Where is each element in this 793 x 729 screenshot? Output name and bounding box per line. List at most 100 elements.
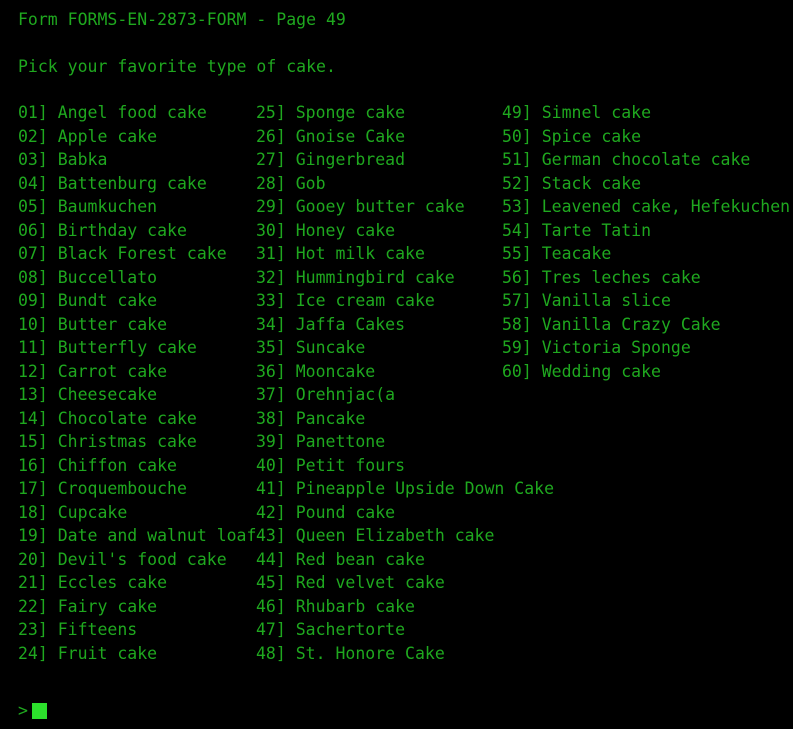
list-item[interactable]: 58] Vanilla Crazy Cake	[502, 313, 790, 337]
list-item[interactable]: 13] Cheesecake	[18, 383, 256, 407]
list-item[interactable]: 23] Fifteens	[18, 618, 256, 642]
list-item-number: 12]	[18, 361, 48, 381]
list-item-number: 48]	[256, 643, 286, 663]
list-item[interactable]: 04] Battenburg cake	[18, 172, 256, 196]
list-item-number: 18]	[18, 502, 48, 522]
list-item-label: Chiffon cake	[47, 455, 177, 475]
list-item-number: 19]	[18, 526, 48, 545]
list-item[interactable]: 49] Simnel cake	[502, 101, 790, 125]
list-item[interactable]: 02] Apple cake	[18, 125, 256, 149]
list-item-label: Bundt cake	[47, 291, 158, 310]
list-item-label: Wedding cake	[531, 361, 661, 381]
prompt-sigil: >	[18, 701, 28, 720]
command-input-row[interactable]: >	[18, 699, 47, 723]
list-item-number: 03]	[18, 150, 48, 169]
list-item[interactable]: 47] Sachertorte	[256, 618, 554, 642]
list-item[interactable]: 40] Petit fours	[256, 454, 554, 478]
list-item-label: Mooncake	[285, 361, 376, 381]
list-item-label: Gob	[285, 173, 326, 193]
prompt-question: Pick your favorite type of cake.	[18, 57, 336, 76]
list-item-label: Tres leches cake	[531, 267, 701, 287]
list-item-label: Hot milk cake	[285, 244, 425, 263]
list-item-number: 58]	[502, 314, 532, 334]
list-item-label: Vanilla slice	[531, 291, 671, 310]
list-item[interactable]: 15] Christmas cake	[18, 430, 256, 454]
list-item[interactable]: 22] Fairy cake	[18, 595, 256, 619]
list-item-number: 42]	[256, 502, 286, 522]
list-item[interactable]: 24] Fruit cake	[18, 642, 256, 666]
list-item-number: 27]	[256, 150, 286, 169]
list-item-number: 09]	[18, 291, 48, 310]
list-item-label: Gingerbread	[285, 150, 406, 169]
list-item[interactable]: 42] Pound cake	[256, 501, 554, 525]
list-item[interactable]: 54] Tarte Tatin	[502, 219, 790, 243]
list-item[interactable]: 55] Teacake	[502, 242, 790, 266]
list-item-number: 21]	[18, 573, 48, 592]
list-item[interactable]: 21] Eccles cake	[18, 571, 256, 595]
list-item[interactable]: 48] St. Honore Cake	[256, 642, 554, 666]
list-item[interactable]: 11] Butterfly cake	[18, 336, 256, 360]
list-item-label: Chocolate cake	[47, 408, 197, 428]
list-item-number: 39]	[256, 432, 286, 451]
list-item[interactable]: 05] Baumkuchen	[18, 195, 256, 219]
list-item-number: 33]	[256, 291, 286, 310]
list-item-label: Pancake	[285, 408, 366, 428]
list-item-label: St. Honore Cake	[285, 643, 445, 663]
list-item-label: Victoria Sponge	[531, 338, 691, 357]
list-item[interactable]: 50] Spice cake	[502, 125, 790, 149]
list-item-label: Black Forest cake	[47, 244, 227, 263]
list-item-number: 56]	[502, 267, 532, 287]
list-item[interactable]: 01] Angel food cake	[18, 101, 256, 125]
list-item[interactable]: 08] Buccellato	[18, 266, 256, 290]
list-item-number: 23]	[18, 620, 48, 639]
list-item[interactable]: 56] Tres leches cake	[502, 266, 790, 290]
list-item[interactable]: 37] Orehnjac(a	[256, 383, 554, 407]
list-item[interactable]: 51] German chocolate cake	[502, 148, 790, 172]
list-item[interactable]: 44] Red bean cake	[256, 548, 554, 572]
list-item[interactable]: 59] Victoria Sponge	[502, 336, 790, 360]
list-item-label: Angel food cake	[47, 103, 207, 122]
list-item-number: 53]	[502, 197, 532, 216]
list-item-label: Apple cake	[47, 126, 158, 146]
list-item-number: 17]	[18, 479, 48, 498]
list-item[interactable]: 09] Bundt cake	[18, 289, 256, 313]
list-item[interactable]: 38] Pancake	[256, 407, 554, 431]
list-item-number: 52]	[502, 173, 532, 193]
list-item[interactable]: 43] Queen Elizabeth cake	[256, 524, 554, 548]
list-item[interactable]: 06] Birthday cake	[18, 219, 256, 243]
list-item[interactable]: 41] Pineapple Upside Down Cake	[256, 477, 554, 501]
list-item[interactable]: 45] Red velvet cake	[256, 571, 554, 595]
list-item[interactable]: 10] Butter cake	[18, 313, 256, 337]
list-item-label: Sponge cake	[285, 103, 406, 122]
list-item-label: Sachertorte	[285, 620, 406, 639]
list-item-label: Queen Elizabeth cake	[285, 526, 495, 545]
list-item-number: 55]	[502, 244, 532, 263]
list-item-number: 13]	[18, 385, 48, 404]
list-item[interactable]: 52] Stack cake	[502, 172, 790, 196]
list-item-number: 34]	[256, 314, 286, 334]
list-item-label: Butter cake	[47, 314, 168, 334]
list-item[interactable]: 57] Vanilla slice	[502, 289, 790, 313]
list-item[interactable]: 19] Date and walnut loaf	[18, 524, 256, 548]
list-item-label: Fifteens	[47, 620, 138, 639]
list-item[interactable]: 17] Croquembouche	[18, 477, 256, 501]
list-item[interactable]: 14] Chocolate cake	[18, 407, 256, 431]
list-item-label: Jaffa Cakes	[285, 314, 406, 334]
list-item-label: Spice cake	[531, 126, 642, 146]
list-item-number: 60]	[502, 361, 532, 381]
list-item-number: 35]	[256, 338, 286, 357]
list-item-label: Hummingbird cake	[285, 267, 455, 287]
list-item[interactable]: 20] Devil's food cake	[18, 548, 256, 572]
list-item[interactable]: 16] Chiffon cake	[18, 454, 256, 478]
list-item[interactable]: 07] Black Forest cake	[18, 242, 256, 266]
list-item[interactable]: 18] Cupcake	[18, 501, 256, 525]
list-item[interactable]: 03] Babka	[18, 148, 256, 172]
list-item[interactable]: 39] Panettone	[256, 430, 554, 454]
list-item-label: Date and walnut loaf	[47, 526, 257, 545]
list-item[interactable]: 46] Rhubarb cake	[256, 595, 554, 619]
list-item[interactable]: 12] Carrot cake	[18, 360, 256, 384]
list-item[interactable]: 53] Leavened cake, Hefekuchen	[502, 195, 790, 219]
list-item-number: 07]	[18, 244, 48, 263]
list-item-number: 16]	[18, 455, 48, 475]
list-item[interactable]: 60] Wedding cake	[502, 360, 790, 384]
